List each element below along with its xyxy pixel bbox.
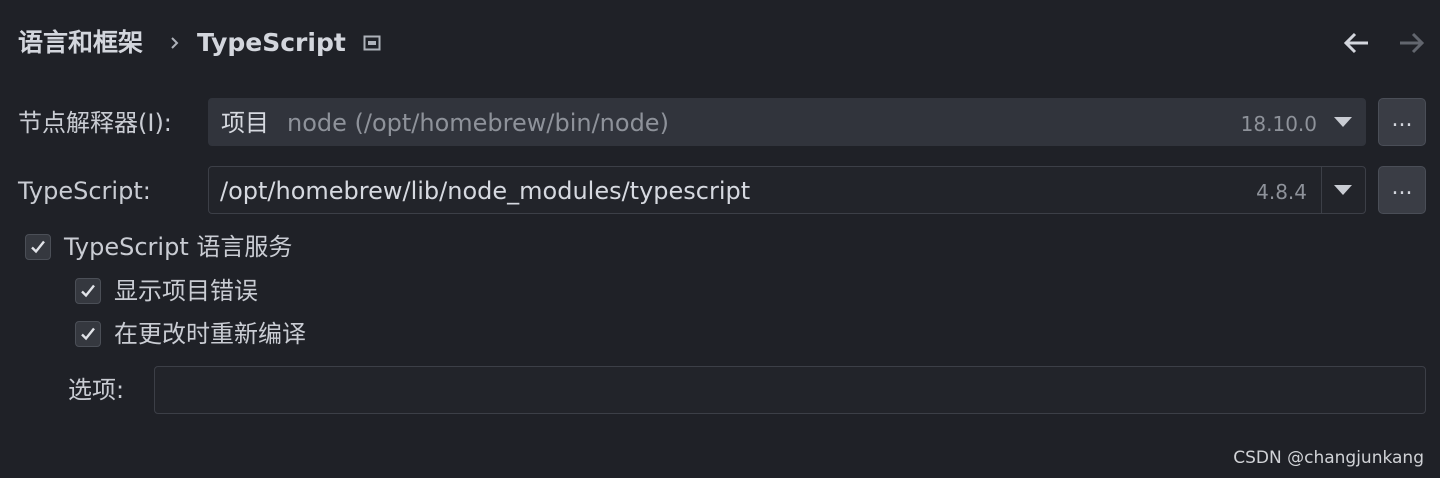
- typescript-path[interactable]: /opt/homebrew/lib/node_modules/typescrip…: [220, 176, 750, 206]
- divider: [1321, 167, 1322, 213]
- node-interpreter-browse-button[interactable]: ...: [1378, 98, 1426, 146]
- breadcrumb-parent[interactable]: 语言和框架: [18, 24, 143, 62]
- options-label: 选项:: [68, 376, 125, 404]
- typescript-service-checkbox[interactable]: [25, 234, 51, 260]
- chevron-down-icon[interactable]: [1332, 183, 1354, 197]
- header-bar: 语言和框架 TypeScript: [0, 0, 1440, 86]
- show-project-errors-label: 显示项目错误: [114, 277, 258, 305]
- typescript-service-label: TypeScript 语言服务: [64, 233, 293, 261]
- typescript-browse-button[interactable]: ...: [1378, 166, 1426, 214]
- typescript-version: 4.8.4: [1256, 180, 1307, 204]
- pin-icon[interactable]: [363, 35, 381, 51]
- options-input[interactable]: [154, 366, 1426, 414]
- chevron-down-icon: [1334, 117, 1352, 127]
- page-title: TypeScript: [197, 28, 346, 57]
- checkmark-icon: [81, 327, 95, 341]
- chevron-right-icon: [171, 37, 179, 49]
- node-interpreter-select[interactable]: 项目 node (/opt/homebrew/bin/node) 18.10.0: [208, 98, 1366, 146]
- checkmark-icon: [31, 240, 45, 254]
- typescript-label: TypeScript:: [18, 177, 151, 205]
- show-project-errors-checkbox[interactable]: [75, 278, 101, 304]
- checkmark-icon: [81, 284, 95, 298]
- interpreter-path: node (/opt/homebrew/bin/node): [287, 109, 669, 137]
- recompile-on-change-checkbox[interactable]: [75, 321, 101, 347]
- forward-arrow-icon[interactable]: [1396, 28, 1426, 58]
- node-interpreter-label: 节点解释器(I):: [18, 109, 172, 137]
- interpreter-scope: 项目: [221, 109, 269, 137]
- back-arrow-icon[interactable]: [1342, 28, 1372, 58]
- typescript-path-select[interactable]: /opt/homebrew/lib/node_modules/typescrip…: [208, 166, 1366, 214]
- interpreter-version: 18.10.0: [1240, 112, 1317, 136]
- watermark: CSDN @changjunkang: [1233, 448, 1424, 468]
- recompile-on-change-label: 在更改时重新编译: [114, 320, 306, 348]
